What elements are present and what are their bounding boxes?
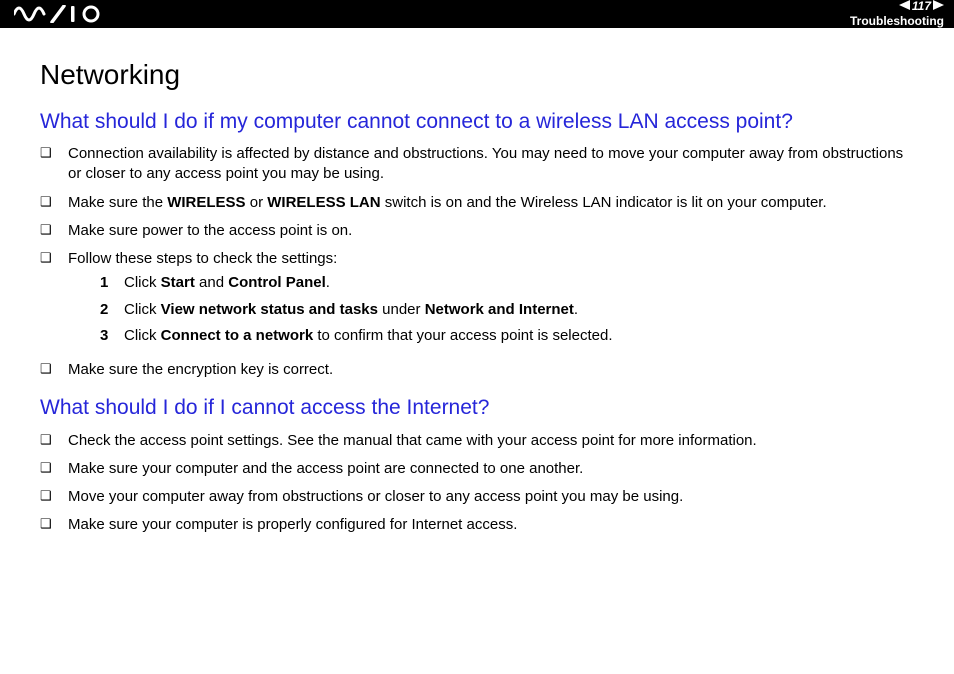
list-item-text: Make sure the WIRELESS or WIRELESS LAN s… (68, 193, 914, 213)
header-right: 117 Troubleshooting (850, 0, 944, 27)
vaio-logo (14, 5, 106, 23)
page-number: 117 (912, 0, 931, 13)
list-item-text: Move your computer away from obstruction… (68, 487, 914, 507)
page-content: Networking What should I do if my comput… (0, 28, 954, 536)
list-item: Make sure your computer is properly conf… (40, 515, 914, 535)
steps-list: 1 Click Start and Control Panel. 2 Click… (100, 273, 914, 346)
text: Click (124, 301, 161, 318)
step-number: 2 (100, 300, 124, 320)
list-item-text: Follow these steps to check the settings… (68, 249, 914, 352)
list-item-text: Make sure your computer is properly conf… (68, 515, 914, 535)
text: Click (124, 327, 161, 344)
step-text: Click Start and Control Panel. (124, 273, 914, 293)
text: or (246, 194, 268, 211)
prev-page-arrow-icon[interactable] (899, 0, 910, 13)
question-1-list: Connection availability is affected by d… (40, 144, 914, 380)
list-item: Follow these steps to check the settings… (40, 249, 914, 352)
header-bar: 117 Troubleshooting (0, 0, 954, 28)
text: Click (124, 274, 161, 291)
text: switch is on and the Wireless LAN indica… (381, 194, 827, 211)
list-item: Check the access point settings. See the… (40, 431, 914, 451)
list-item-text: Connection availability is affected by d… (68, 144, 914, 185)
list-item: Make sure power to the access point is o… (40, 221, 914, 241)
step-item: 3 Click Connect to a network to confirm … (100, 326, 914, 346)
list-item: Move your computer away from obstruction… (40, 487, 914, 507)
list-item: Make sure the WIRELESS or WIRELESS LAN s… (40, 193, 914, 213)
bold-text: Connect to a network (161, 327, 314, 344)
list-item-text: Make sure the encryption key is correct. (68, 360, 914, 380)
step-item: 1 Click Start and Control Panel. (100, 273, 914, 293)
bold-text: WIRELESS (167, 194, 245, 211)
step-text: Click View network status and tasks unde… (124, 300, 914, 320)
bold-text: WIRELESS LAN (267, 194, 380, 211)
list-item-text: Make sure power to the access point is o… (68, 221, 914, 241)
list-item-text: Check the access point settings. See the… (68, 431, 914, 451)
step-number: 1 (100, 273, 124, 293)
bold-text: Start (161, 274, 195, 291)
text: . (326, 274, 330, 291)
text: Follow these steps to check the settings… (68, 250, 337, 267)
text: . (574, 301, 578, 318)
question-1-heading: What should I do if my computer cannot c… (40, 108, 914, 136)
text: to confirm that your access point is sel… (313, 327, 612, 344)
list-item-text: Make sure your computer and the access p… (68, 459, 914, 479)
list-item: Connection availability is affected by d… (40, 144, 914, 185)
header-section-label: Troubleshooting (850, 15, 944, 28)
bold-text: Control Panel (228, 274, 326, 291)
step-text: Click Connect to a network to confirm th… (124, 326, 914, 346)
list-item: Make sure your computer and the access p… (40, 459, 914, 479)
step-item: 2 Click View network status and tasks un… (100, 300, 914, 320)
text: and (195, 274, 228, 291)
list-item: Make sure the encryption key is correct. (40, 360, 914, 380)
question-2-heading: What should I do if I cannot access the … (40, 394, 914, 422)
next-page-arrow-icon[interactable] (933, 0, 944, 13)
bold-text: View network status and tasks (161, 301, 378, 318)
page-title: Networking (40, 56, 914, 94)
page-navigator: 117 (850, 0, 944, 13)
bold-text: Network and Internet (425, 301, 574, 318)
step-number: 3 (100, 326, 124, 346)
text: Make sure the (68, 194, 167, 211)
question-2-list: Check the access point settings. See the… (40, 431, 914, 536)
text: under (378, 301, 425, 318)
